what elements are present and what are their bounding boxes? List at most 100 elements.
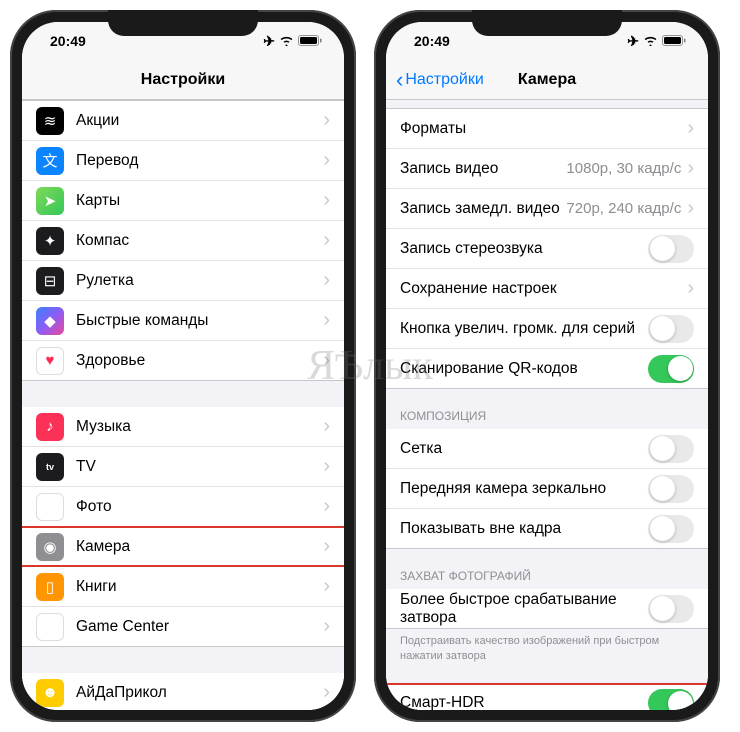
settings-list[interactable]: ≋Акции›文Перевод›➤Карты›✦Компас›⊟Рулетка›… — [22, 100, 344, 710]
settings-row[interactable]: Запись замедл. видео720p, 240 кадр/с › — [386, 189, 708, 229]
settings-row[interactable]: Сетка — [386, 429, 708, 469]
settings-row[interactable]: Передняя камера зеркально — [386, 469, 708, 509]
settings-row[interactable]: ◆Быстрые команды› — [22, 301, 344, 341]
chevron-right-icon: › — [323, 149, 330, 172]
chevron-left-icon: ‹ — [396, 69, 403, 91]
settings-row[interactable]: Кнопка увелич. громк. для серий — [386, 309, 708, 349]
app1-icon: ☻ — [36, 679, 64, 707]
settings-row[interactable]: Сканирование QR-кодов — [386, 349, 708, 389]
settings-group: Более быстрое срабатывание затвора — [386, 589, 708, 629]
group-header: КОМПОЗИЦИЯ — [386, 389, 708, 429]
toggle-switch[interactable] — [648, 315, 694, 343]
row-label: Акции — [76, 112, 323, 130]
status-time: 20:49 — [414, 33, 450, 49]
row-label: Запись видео — [400, 160, 566, 178]
toggle-switch[interactable] — [648, 435, 694, 463]
settings-row[interactable]: Более быстрое срабатывание затвора — [386, 589, 708, 629]
chevron-right-icon: › — [687, 197, 694, 220]
row-label: Камера — [76, 538, 323, 556]
tv-icon: tv — [36, 453, 64, 481]
camera-settings-list[interactable]: Форматы›Запись видео1080p, 30 кадр/с›Зап… — [386, 100, 708, 710]
status-icons: ✈︎ — [263, 33, 322, 50]
notch — [108, 10, 258, 36]
status-icons: ✈︎ — [627, 33, 686, 50]
row-label: Перевод — [76, 152, 323, 170]
screen-left: 20:49 ✈︎ Настройки ≋Акции›文Перевод›➤Карт… — [22, 22, 344, 710]
group-header: ЗАХВАТ ФОТОГРАФИЙ — [386, 549, 708, 589]
chevron-right-icon: › — [323, 269, 330, 292]
nav-bar-right: ‹ Настройки Камера — [386, 60, 708, 100]
row-label: Показывать вне кадра — [400, 520, 648, 538]
settings-row[interactable]: Форматы› — [386, 109, 708, 149]
airplane-icon: ✈︎ — [263, 33, 275, 50]
toggle-switch[interactable] — [648, 515, 694, 543]
chevron-right-icon: › — [687, 157, 694, 180]
row-label: Компас — [76, 232, 323, 250]
row-label: Смарт-HDR — [400, 694, 648, 710]
settings-row[interactable]: ☻АйДаПрикол› — [22, 673, 344, 710]
battery-icon — [298, 33, 322, 49]
wifi-icon — [279, 33, 294, 49]
settings-row[interactable]: ➤Карты› — [22, 181, 344, 221]
row-label: Сканирование QR-кодов — [400, 360, 648, 378]
chevron-right-icon: › — [323, 495, 330, 518]
translate-icon: 文 — [36, 147, 64, 175]
settings-row[interactable]: ❁ Фото› — [22, 487, 344, 527]
chevron-right-icon: › — [687, 117, 694, 140]
settings-row[interactable]: ◉ Камера› — [22, 527, 344, 567]
gamecenter-icon: ✿ — [36, 613, 64, 641]
toggle-switch[interactable] — [648, 475, 694, 503]
settings-group: Смарт-HDR — [386, 684, 708, 710]
nav-title: Настройки — [22, 71, 344, 89]
settings-row[interactable]: ≋Акции› — [22, 101, 344, 141]
row-label: Книги — [76, 578, 323, 596]
shortcuts-icon: ◆ — [36, 307, 64, 335]
toggle-switch[interactable] — [648, 235, 694, 263]
row-label: Музыка — [76, 418, 323, 436]
row-label: Кнопка увелич. громк. для серий — [400, 320, 648, 338]
row-detail: 720p, 240 кадр/с — [566, 200, 681, 217]
photos-icon: ❁ — [36, 493, 64, 521]
group-footer: Подстраивать качество изображений при бы… — [386, 629, 708, 670]
chevron-right-icon: › — [323, 535, 330, 558]
row-label: Форматы — [400, 120, 687, 138]
settings-row[interactable]: ✿Game Center› — [22, 607, 344, 647]
settings-row[interactable]: Запись стереозвука — [386, 229, 708, 269]
row-label: Карты — [76, 192, 323, 210]
camera-icon: ◉ — [36, 533, 64, 561]
row-label: Запись замедл. видео — [400, 200, 566, 218]
toggle-switch[interactable] — [648, 689, 694, 710]
back-button[interactable]: ‹ Настройки — [396, 69, 484, 91]
phone-right: 20:49 ✈︎ ‹ Настройки Камера Форматы›Запи… — [374, 10, 720, 722]
settings-row[interactable]: ▯Книги› — [22, 567, 344, 607]
row-label: TV — [76, 458, 323, 476]
settings-row[interactable]: 文 Перевод› — [22, 141, 344, 181]
chevron-right-icon: › — [323, 229, 330, 252]
books-icon: ▯ — [36, 573, 64, 601]
settings-row[interactable]: Показывать вне кадра — [386, 509, 708, 549]
settings-row[interactable]: ♪Музыка› — [22, 407, 344, 447]
chevron-right-icon: › — [323, 109, 330, 132]
settings-row[interactable]: Запись видео1080p, 30 кадр/с› — [386, 149, 708, 189]
settings-row[interactable]: Смарт-HDR — [386, 684, 708, 710]
status-time: 20:49 — [50, 33, 86, 49]
row-label: Фото — [76, 498, 323, 516]
compass-icon: ✦ — [36, 227, 64, 255]
settings-group: Сетка Передняя камера зеркально Показывать… — [386, 429, 708, 549]
settings-row[interactable]: ♥Здоровье› — [22, 341, 344, 381]
settings-row[interactable]: ✦ Компас› — [22, 221, 344, 261]
chevron-right-icon: › — [323, 615, 330, 638]
settings-row[interactable]: Сохранение настроек› — [386, 269, 708, 309]
row-label: Сохранение настроек — [400, 280, 687, 298]
settings-group: ♪Музыка›tvTV›❁Фото›◉Камера›▯Книги›✿Game … — [22, 407, 344, 647]
settings-row[interactable]: ⊟Рулетка› — [22, 261, 344, 301]
toggle-switch[interactable] — [648, 595, 694, 623]
nav-bar-left: Настройки — [22, 60, 344, 100]
row-label: Запись стереозвука — [400, 240, 648, 258]
settings-row[interactable]: tv TV› — [22, 447, 344, 487]
measure-icon: ⊟ — [36, 267, 64, 295]
row-label: Передняя камера зеркально — [400, 480, 648, 498]
chevron-right-icon: › — [323, 455, 330, 478]
toggle-switch[interactable] — [648, 355, 694, 383]
phone-left: 20:49 ✈︎ Настройки ≋Акции›文Перевод›➤Карт… — [10, 10, 356, 722]
